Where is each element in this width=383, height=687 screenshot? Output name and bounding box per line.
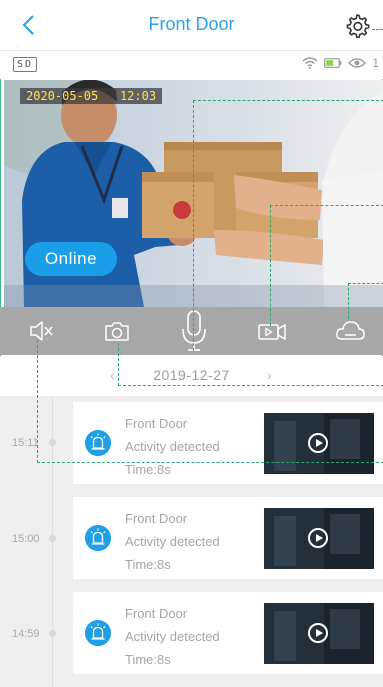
- page-title: Front Door: [148, 14, 235, 34]
- online-status-badge: Online: [25, 242, 117, 276]
- video-timestamp: 2020-05-05 12:03: [20, 88, 163, 104]
- event-details: Front Door Activity detected Time:8s: [125, 507, 220, 576]
- viewer-count: 1: [372, 56, 379, 70]
- event-card[interactable]: Front Door Activity detected Time:8s: [73, 592, 383, 674]
- alarm-siren-icon: [85, 525, 111, 551]
- device-status-bar: SD 1: [0, 51, 383, 79]
- event-video-thumbnail[interactable]: [264, 603, 374, 664]
- event-card[interactable]: Front Door Activity detected Time:8s: [73, 497, 383, 579]
- timestamp-date: 2020-05-05: [26, 89, 99, 103]
- event-device: Front Door: [125, 606, 188, 621]
- callout-line-mute: [37, 340, 383, 463]
- timeline-dot: [49, 630, 56, 637]
- callout-line-cloud: [348, 283, 383, 319]
- status-icons: 1: [302, 56, 379, 70]
- timestamp-time: 12:03: [119, 89, 157, 103]
- play-icon[interactable]: [308, 623, 328, 643]
- event-time: 15:00: [12, 533, 40, 545]
- settings-gear-icon[interactable]: [343, 12, 371, 40]
- event-time: 15:11: [12, 437, 39, 449]
- event-duration: Time:8s: [125, 652, 171, 667]
- event-activity: Activity detected: [125, 534, 220, 549]
- top-bar: Front Door: [0, 0, 383, 51]
- event-details: Front Door Activity detected Time:8s: [125, 602, 220, 671]
- eye-icon: [348, 58, 367, 68]
- timeline-dot: [49, 535, 56, 542]
- event-time: 14:59: [12, 628, 40, 640]
- callout-line-settings: [372, 29, 383, 30]
- event-device: Front Door: [125, 511, 188, 526]
- play-icon[interactable]: [308, 528, 328, 548]
- battery-icon: [324, 58, 342, 68]
- wifi-icon: [302, 57, 318, 69]
- event-activity: Activity detected: [125, 629, 220, 644]
- event-duration: Time:8s: [125, 557, 171, 572]
- event-video-thumbnail[interactable]: [264, 508, 374, 569]
- alarm-siren-icon: [85, 620, 111, 646]
- sd-card-badge: SD: [13, 57, 38, 72]
